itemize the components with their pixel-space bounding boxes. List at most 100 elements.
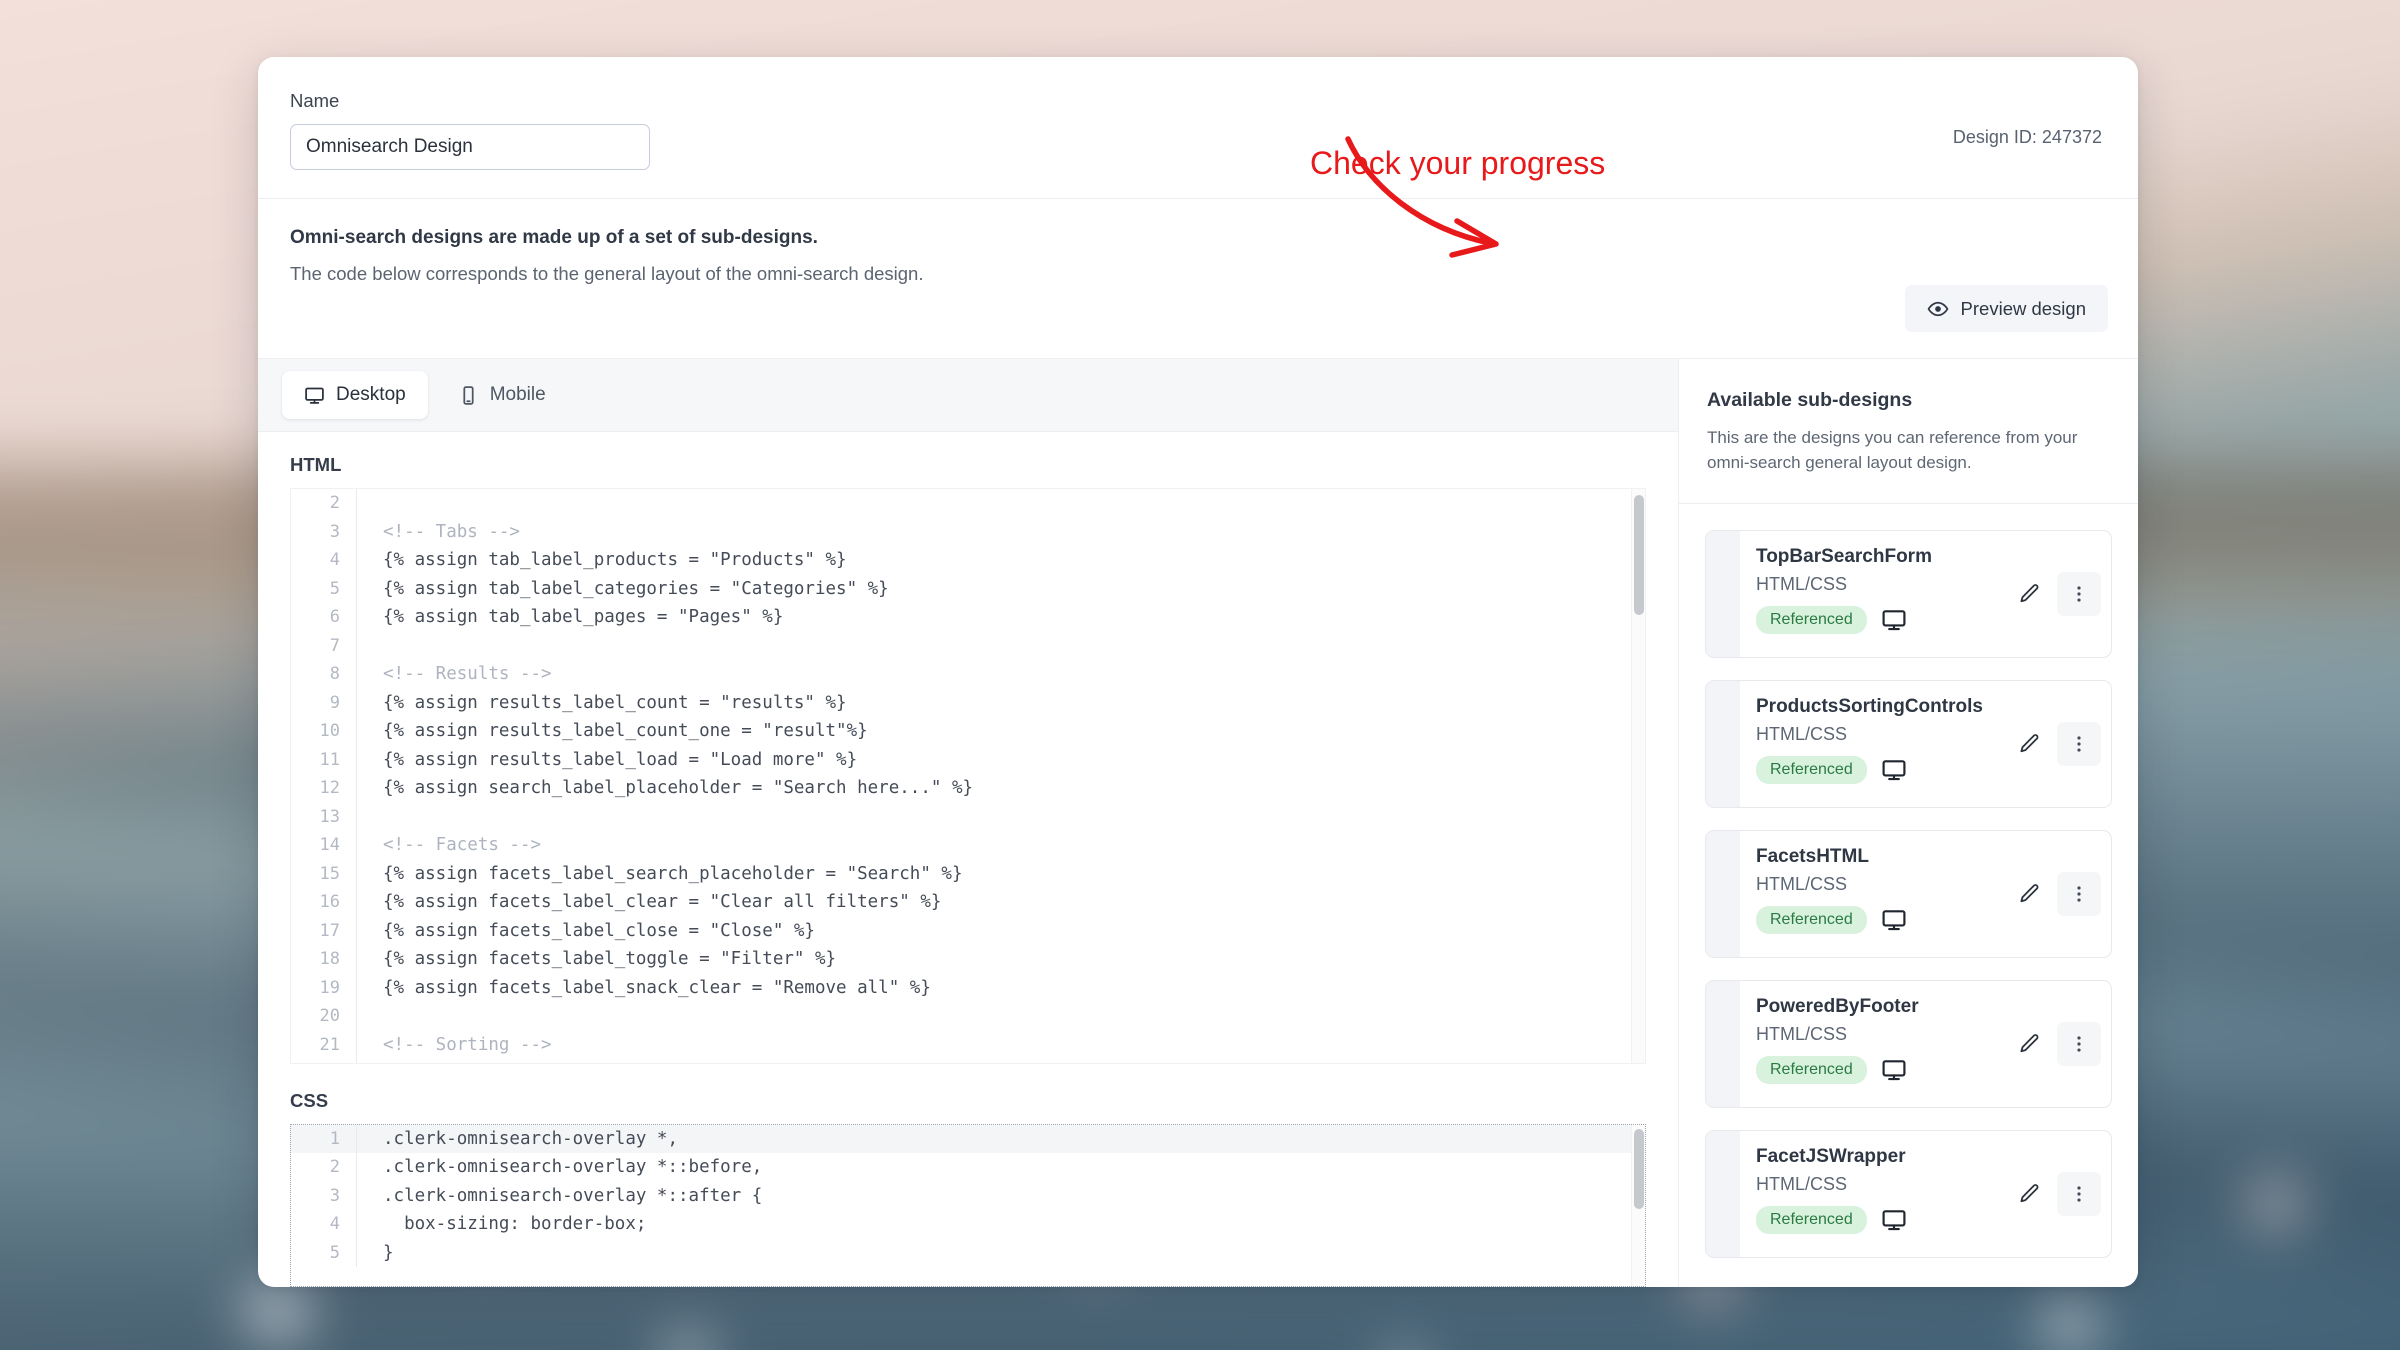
sub-design-card[interactable]: TopBarSearchForm HTML/CSS Referenced — [1705, 530, 2112, 658]
code-line: 3 <!-- Tabs --> — [291, 517, 1645, 546]
sub-design-name: PoweredByFooter — [1756, 996, 1919, 1017]
css-scrollbar-thumb[interactable] — [1634, 1128, 1644, 1209]
html-scrollbar-thumb[interactable] — [1634, 495, 1644, 615]
edit-sub-design-button[interactable] — [2007, 572, 2051, 616]
line-number: 17 — [291, 916, 357, 945]
tab-mobile[interactable]: Mobile — [436, 371, 568, 419]
line-number: 22 — [291, 1059, 357, 1063]
vertical-dots-icon — [2068, 1033, 2090, 1055]
line-number: 11 — [291, 745, 357, 774]
design-editor-panel: Name Design ID: 247372 Omni-search desig… — [258, 57, 2138, 1287]
code-text: {% assign tab_label_products = "Products… — [383, 550, 847, 570]
card-body: FacetJSWrapper HTML/CSS Referenced — [1740, 1131, 2007, 1257]
sidebar-header: Available sub-designs This are the desig… — [1679, 359, 2138, 504]
card-meta: Referenced — [1756, 606, 1993, 634]
line-number: 5 — [291, 574, 357, 603]
card-actions — [2007, 1131, 2111, 1257]
card-actions — [2007, 531, 2111, 657]
code-line: 19 {% assign facets_label_snack_clear = "… — [291, 973, 1645, 1002]
card-body: PoweredByFooter HTML/CSS Referenced — [1740, 981, 2007, 1107]
sub-design-card[interactable]: PoweredByFooter HTML/CSS Referenced — [1705, 980, 2112, 1108]
code-line: 13 — [291, 802, 1645, 831]
monitor-icon — [1881, 1207, 1907, 1233]
design-name-input[interactable] — [290, 124, 650, 170]
line-number: 2 — [291, 1153, 357, 1182]
html-code-lines[interactable]: 2 3 <!-- Tabs --> 4 {% assign tab_label_prod… — [291, 489, 1645, 1063]
vertical-dots-icon — [2068, 883, 2090, 905]
eye-icon — [1927, 298, 1949, 320]
code-text: {% assign tab_label_pages = "Pages" %} — [383, 607, 784, 627]
sub-design-more-menu-button[interactable] — [2057, 722, 2101, 766]
card-meta: Referenced — [1756, 756, 1993, 784]
pencil-icon — [2017, 882, 2041, 906]
status-badge: Referenced — [1756, 1056, 1867, 1084]
code-line: 5} — [291, 1238, 1645, 1268]
sub-design-more-menu-button[interactable] — [2057, 872, 2101, 916]
code-line: 21 <!-- Sorting --> — [291, 1030, 1645, 1059]
sub-design-more-menu-button[interactable] — [2057, 1022, 2101, 1066]
code-text: {% assign results_label_count = "results… — [383, 692, 847, 713]
code-line: 1 .clerk-omnisearch-overlay *, — [291, 1124, 1645, 1154]
code-text: {% assign facets_label_clear = "Clear al… — [383, 892, 942, 912]
card-meta: Referenced — [1756, 1206, 1993, 1234]
code-line: 14 <!-- Facets --> — [291, 831, 1645, 860]
line-number: 14 — [291, 831, 357, 860]
code-text: box-sizing: border-box; — [383, 1214, 647, 1235]
tab-desktop-label: Desktop — [336, 384, 406, 405]
preview-design-button[interactable]: Preview design — [1904, 285, 2108, 332]
monitor-icon — [1881, 1057, 1907, 1083]
line-number: 18 — [291, 945, 357, 974]
line-number: 4 — [291, 1210, 357, 1239]
vertical-dots-icon — [2068, 583, 2090, 605]
tab-desktop[interactable]: Desktop — [282, 371, 428, 419]
code-text: } — [383, 1242, 394, 1263]
edit-sub-design-button[interactable] — [2007, 872, 2051, 916]
code-text: <!-- Facets --> — [383, 835, 542, 855]
line-number: 3 — [291, 1181, 357, 1211]
sub-design-name: FacetJSWrapper — [1756, 1146, 1906, 1167]
sidebar-subtitle: This are the designs you can reference f… — [1707, 428, 2078, 472]
code-line: 18 {% assign facets_label_toggle = "Filte… — [291, 945, 1645, 974]
css-editor-label: CSS — [290, 1089, 329, 1111]
edit-sub-design-button[interactable] — [2007, 1022, 2051, 1066]
css-editor-scrollbar[interactable] — [1631, 1124, 1645, 1286]
phone-icon — [458, 385, 479, 406]
device-tab-bar: Desktop Mobile — [258, 359, 1678, 432]
html-editor-scrollbar[interactable] — [1631, 489, 1645, 1063]
code-text: {% assign facets_label_snack_clear = "Re… — [383, 977, 931, 998]
edit-sub-design-button[interactable] — [2007, 722, 2051, 766]
card-accent-stripe — [1706, 831, 1740, 957]
sub-design-more-menu-button[interactable] — [2057, 572, 2101, 616]
code-line: 3 .clerk-omnisearch-overlay *::after { — [291, 1181, 1645, 1211]
line-number: 15 — [291, 859, 357, 888]
intro-subtitle: The code below corresponds to the genera… — [290, 263, 924, 284]
sub-design-card[interactable]: FacetsHTML HTML/CSS Referenced — [1705, 830, 2112, 958]
sub-design-name: FacetsHTML — [1756, 846, 1869, 867]
html-code-editor[interactable]: 2 3 <!-- Tabs --> 4 {% assign tab_label_prod… — [290, 488, 1646, 1064]
code-text: <!-- Results --> — [383, 664, 552, 684]
sub-design-card[interactable]: FacetJSWrapper HTML/CSS Referenced — [1705, 1130, 2112, 1258]
monitor-icon — [304, 385, 325, 406]
edit-sub-design-button[interactable] — [2007, 1172, 2051, 1216]
sub-design-card[interactable]: ProductsSortingControls HTML/CSS Reference… — [1705, 680, 2112, 808]
code-text: .clerk-omnisearch-overlay *, — [383, 1128, 679, 1149]
code-line: 20 — [291, 1002, 1645, 1031]
line-number: 5 — [291, 1238, 357, 1268]
sidebar-title: Available sub-designs — [1707, 389, 1913, 411]
card-actions — [2007, 981, 2111, 1107]
pencil-icon — [2017, 582, 2041, 606]
css-code-lines[interactable]: 1 .clerk-omnisearch-overlay *, 2 .clerk-omn… — [291, 1124, 1645, 1268]
line-number: 7 — [291, 631, 357, 660]
pencil-icon — [2017, 732, 2041, 756]
css-code-editor[interactable]: 1 .clerk-omnisearch-overlay *, 2 .clerk-omn… — [290, 1123, 1646, 1287]
line-number: 20 — [291, 1002, 357, 1031]
code-text: {% assign facets_label_toggle = "Filter"… — [383, 949, 837, 969]
monitor-icon — [1881, 907, 1907, 933]
code-text: .clerk-omnisearch-overlay *::before, — [383, 1157, 763, 1178]
intro-title: Omni-search designs are made up of a set… — [290, 227, 818, 248]
code-text: {% assign results_label_load = "Load mor… — [383, 749, 858, 770]
sub-design-type: HTML/CSS — [1756, 1024, 1848, 1044]
sub-design-more-menu-button[interactable] — [2057, 1172, 2101, 1216]
card-body: ProductsSortingControls HTML/CSS Reference… — [1740, 681, 2007, 807]
card-meta: Referenced — [1756, 906, 1993, 934]
